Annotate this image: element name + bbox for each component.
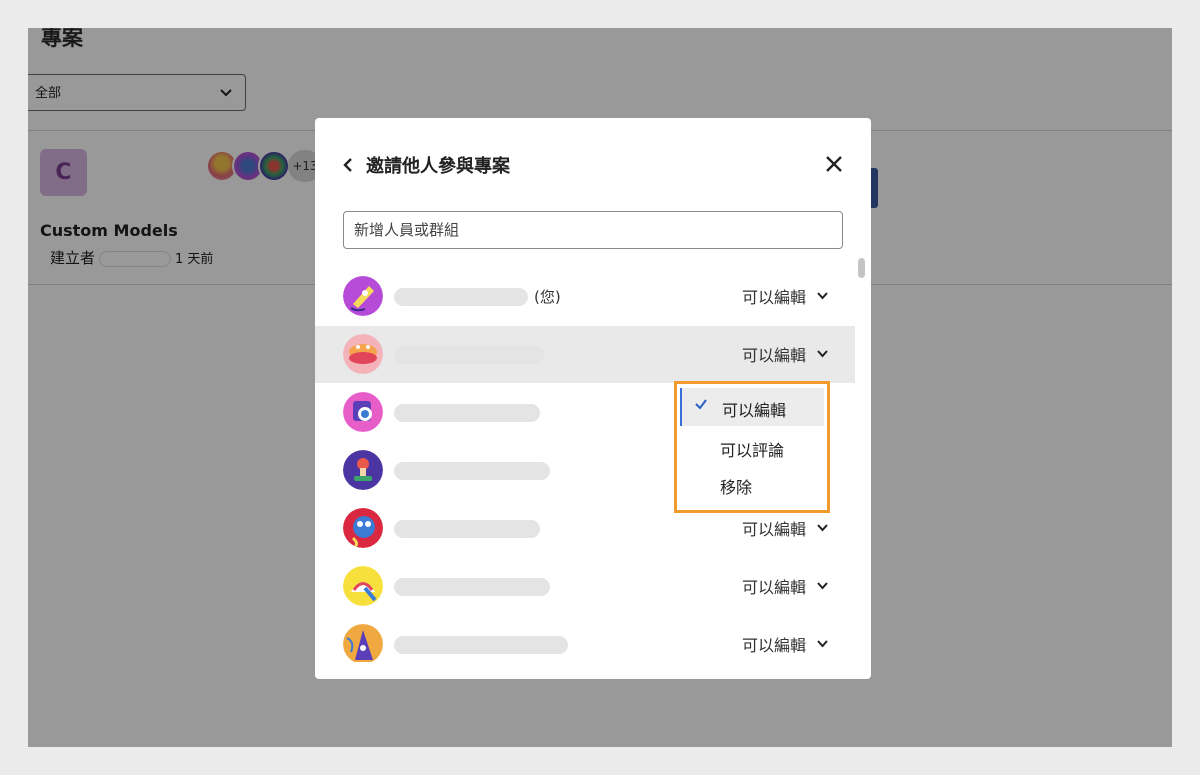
member-name-redacted	[394, 636, 568, 654]
chevron-down-icon	[817, 582, 828, 590]
chevron-down-icon	[817, 350, 828, 358]
avatar[interactable]	[343, 624, 383, 662]
chevron-down-icon	[817, 292, 828, 300]
role-dropdown[interactable]: 可以編輯	[742, 632, 829, 656]
role-option-can-comment[interactable]: 可以評論	[680, 428, 824, 466]
option-label: 可以編輯	[722, 401, 787, 420]
chevron-down-icon	[817, 640, 828, 648]
role-label: 可以編輯	[741, 346, 806, 365]
member-row: 可以編輯	[315, 558, 855, 615]
you-label: (您)	[534, 288, 561, 306]
member-row: 可以編輯	[315, 326, 855, 383]
role-label: 可以編輯	[741, 288, 806, 307]
member-name-redacted	[394, 578, 550, 596]
role-dropdown[interactable]: 可以編輯	[742, 516, 829, 540]
avatar[interactable]	[343, 450, 383, 490]
avatar[interactable]	[343, 334, 383, 374]
modal-title: 邀請他人參與專案	[366, 156, 510, 177]
close-icon[interactable]	[825, 155, 843, 173]
role-label: 可以編輯	[741, 520, 806, 539]
scrollbar[interactable]	[856, 258, 866, 661]
avatar[interactable]	[343, 566, 383, 606]
member-name-redacted	[394, 404, 540, 422]
member-row: (您) 可以編輯	[315, 268, 855, 325]
role-menu: 可以編輯 可以評論 移除	[674, 381, 830, 513]
role-dropdown[interactable]: 可以編輯	[742, 574, 829, 598]
avatar[interactable]	[343, 392, 383, 432]
scrollbar-thumb[interactable]	[858, 258, 865, 278]
avatar[interactable]	[343, 508, 383, 548]
role-label: 可以編輯	[741, 578, 806, 597]
checkmark-icon	[695, 399, 707, 410]
member-name-redacted	[394, 288, 528, 306]
avatar[interactable]	[343, 276, 383, 316]
chevron-down-icon	[817, 524, 828, 532]
member-row: 可以編輯	[315, 616, 855, 662]
role-option-can-edit[interactable]: 可以編輯	[680, 388, 824, 426]
role-dropdown[interactable]: 可以編輯	[742, 284, 829, 308]
role-option-remove[interactable]: 移除	[680, 465, 824, 503]
member-name-redacted	[394, 520, 540, 538]
member-name-redacted	[394, 346, 544, 364]
option-label: 可以評論	[720, 441, 785, 460]
back-icon[interactable]	[341, 155, 355, 175]
role-dropdown[interactable]: 可以編輯	[742, 342, 829, 366]
member-name-redacted	[394, 462, 550, 480]
role-label: 可以編輯	[741, 636, 806, 655]
add-people-input[interactable]	[343, 211, 843, 249]
option-label: 移除	[720, 478, 753, 497]
